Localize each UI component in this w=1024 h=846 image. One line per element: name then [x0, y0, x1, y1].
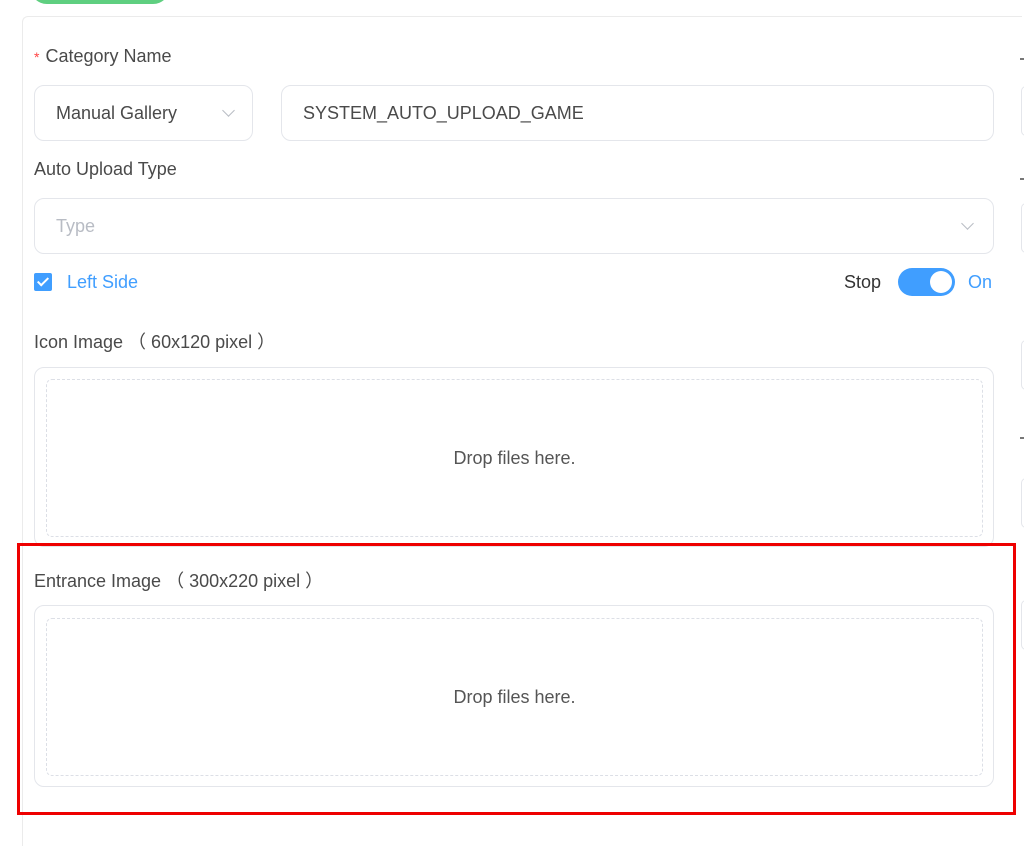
icon-dropzone[interactable]: Drop files here.	[46, 379, 983, 537]
type-select[interactable]: Type	[34, 198, 994, 254]
auto-upload-type-label: Auto Upload Type	[34, 159, 177, 179]
left-side-checkbox[interactable]	[34, 273, 52, 291]
status-toggle[interactable]	[898, 268, 955, 296]
side-label-fragment	[1020, 58, 1024, 60]
type-placeholder: Type	[56, 215, 96, 236]
chevron-down-icon	[961, 217, 974, 230]
required-mark: *	[34, 49, 40, 65]
entrance-dropzone[interactable]: Drop files here.	[46, 618, 983, 776]
gallery-select-value: Manual Gallery	[56, 102, 178, 123]
category-label-text: Category Name	[45, 46, 172, 66]
entrance-image-label: Entrance Image （ 300x220 pixel ）	[34, 571, 324, 591]
toggle-knob	[930, 271, 952, 293]
left-side-label[interactable]: Left Side	[67, 272, 138, 293]
icon-drop-text: Drop files here.	[453, 447, 576, 468]
category-name-label: * Category Name	[34, 46, 172, 67]
icon-image-uploader: Drop files here.	[34, 367, 994, 547]
on-label: On	[968, 272, 993, 292]
top-green-button[interactable]	[30, 0, 170, 4]
entrance-drop-text: Drop files here.	[453, 686, 576, 707]
category-name-input[interactable]	[281, 85, 994, 141]
entrance-image-uploader: Drop files here.	[34, 605, 994, 787]
side-label-fragment	[1020, 178, 1024, 180]
stop-label: Stop	[844, 272, 882, 292]
gallery-select[interactable]: Manual Gallery	[34, 85, 253, 141]
icon-image-label: Icon Image （ 60x120 pixel ）	[34, 332, 276, 352]
chevron-down-icon	[222, 104, 235, 117]
side-label-fragment	[1020, 437, 1024, 439]
